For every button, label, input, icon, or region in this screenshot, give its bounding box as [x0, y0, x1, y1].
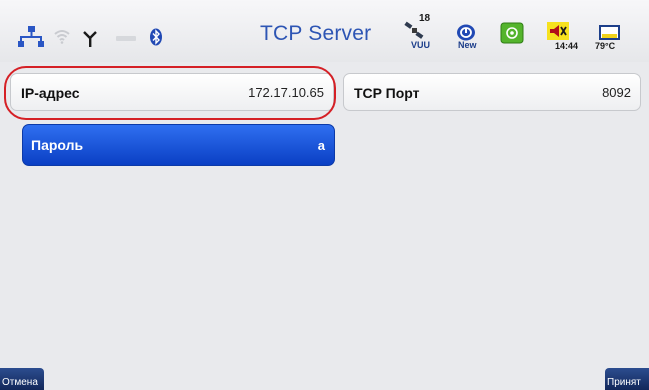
ip-address-value: 172.17.10.65: [248, 85, 324, 100]
new-label: New: [458, 40, 477, 50]
accept-button[interactable]: Принят: [605, 368, 649, 390]
ip-address-field[interactable]: IP-адрес 172.17.10.65: [10, 73, 334, 111]
password-label: Пароль: [31, 137, 84, 153]
antenna-icon: [83, 31, 97, 47]
satellite-count: 18: [419, 13, 431, 24]
gps-icon: [500, 22, 524, 44]
ip-address-label: IP-адрес: [21, 85, 80, 101]
password-field[interactable]: Пароль a: [22, 124, 335, 166]
tcp-port-label: TCP Порт: [354, 85, 420, 101]
bluetooth-icon: [150, 28, 162, 46]
temperature-label: 79°C: [595, 41, 616, 51]
vuu-label: VUU: [411, 40, 431, 50]
battery-icon: [599, 25, 620, 40]
wifi-icon: [54, 30, 70, 44]
signal-icon: [116, 36, 136, 41]
update-icon: [457, 24, 475, 41]
cancel-button[interactable]: Отмена: [0, 368, 44, 390]
password-value: a: [317, 138, 325, 153]
page-title: TCP Server: [260, 22, 372, 45]
status-bar: TCP Server 18 VUU New 14:44 79°C: [0, 0, 649, 62]
network-icon: [18, 26, 44, 47]
clock-label: 14:44: [555, 41, 579, 51]
alarm-icon: [547, 22, 569, 40]
tcp-port-value: 8092: [602, 85, 631, 100]
tcp-port-field[interactable]: TCP Порт 8092: [343, 73, 641, 111]
